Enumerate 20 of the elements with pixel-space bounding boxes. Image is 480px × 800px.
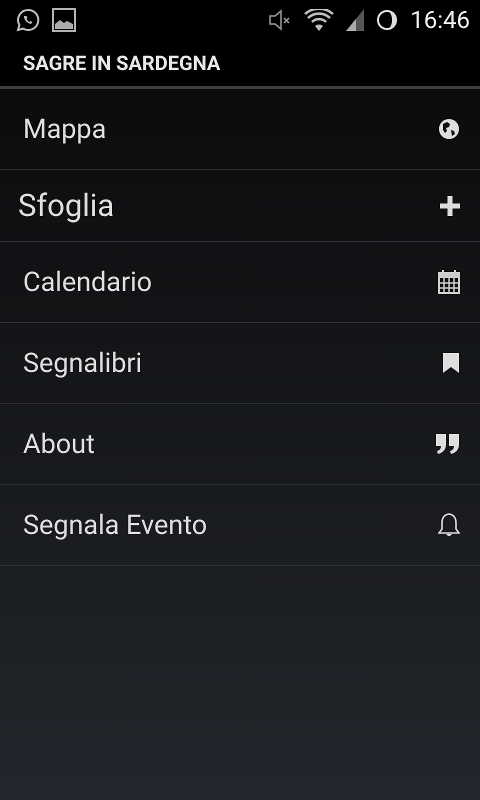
loading-circle-icon: [376, 9, 398, 31]
wifi-icon: [304, 9, 334, 31]
plus-icon: [440, 196, 460, 216]
menu-item[interactable]: About: [0, 404, 480, 485]
app-title: SAGRE IN SARDEGNA: [23, 51, 220, 75]
menu-item[interactable]: Segnalibri: [0, 323, 480, 404]
quote-icon: [436, 434, 460, 454]
menu-item[interactable]: Mappa: [0, 89, 480, 170]
menu-item[interactable]: Calendario: [0, 242, 480, 323]
clock-time: 16:46: [410, 6, 470, 34]
bookmark-icon: [442, 352, 460, 374]
image-icon: [52, 8, 76, 32]
bell-icon: [438, 512, 460, 538]
chat-icon: [16, 8, 40, 32]
menu-item[interactable]: Sfoglia: [0, 170, 480, 242]
signal-icon: [346, 9, 364, 31]
calendar-icon: [438, 270, 460, 294]
menu-item[interactable]: Segnala Evento: [0, 485, 480, 566]
globe-icon: [438, 118, 460, 140]
muted-speaker-icon: [268, 9, 292, 31]
